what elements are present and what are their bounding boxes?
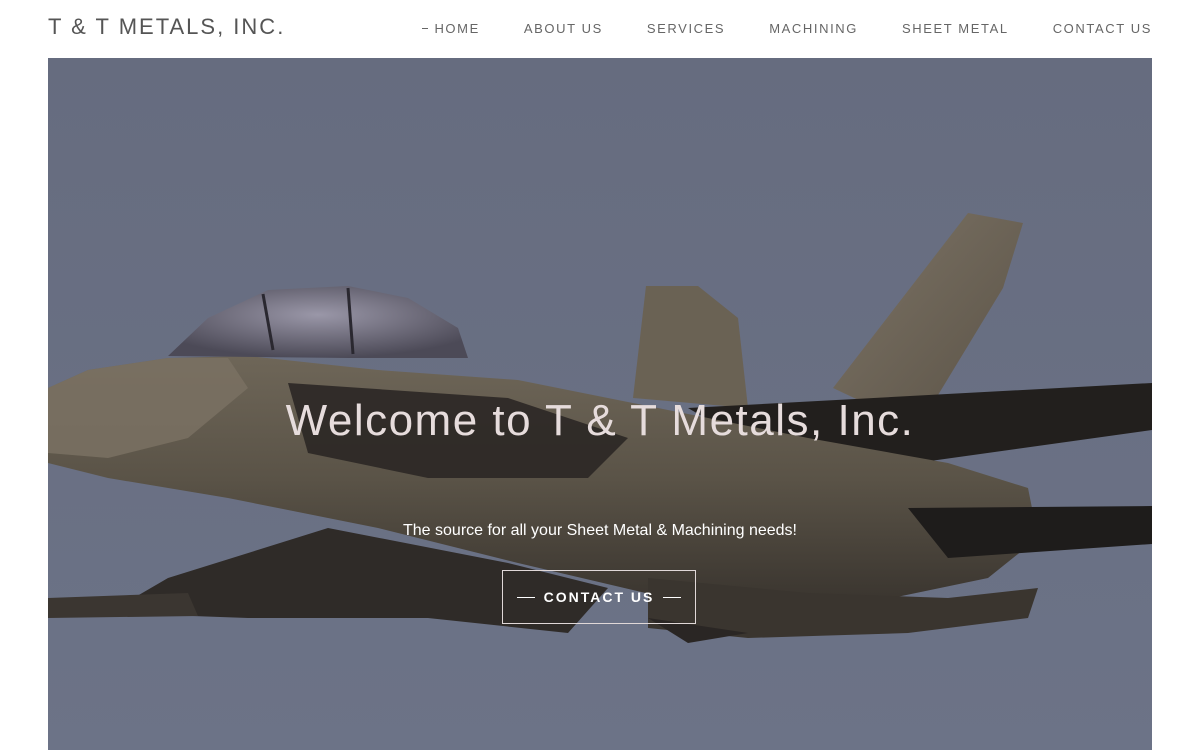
hero-content: Welcome to T & T Metals, Inc. The source… <box>48 58 1152 750</box>
nav-item-machining[interactable]: MACHINING <box>769 21 858 36</box>
main-nav: HOME ABOUT US SERVICES MACHINING SHEET M… <box>422 21 1152 36</box>
nav-item-label: ABOUT US <box>523 21 603 36</box>
hero-banner: Welcome to T & T Metals, Inc. The source… <box>48 58 1152 750</box>
nav-item-label: HOME <box>434 21 480 36</box>
hero-title: Welcome to T & T Metals, Inc. <box>285 396 915 445</box>
cta-label: CONTACT US <box>543 589 655 605</box>
nav-item-home[interactable]: HOME <box>422 21 479 36</box>
nav-item-sheet-metal[interactable]: SHEET METAL <box>902 21 1009 36</box>
nav-item-services[interactable]: SERVICES <box>647 21 725 36</box>
nav-item-label: MACHINING <box>769 21 858 36</box>
nav-item-contact-us[interactable]: CONTACT US <box>1053 21 1152 36</box>
nav-item-label: CONTACT US <box>1052 21 1152 36</box>
cta-left-line <box>516 596 535 598</box>
contact-us-button[interactable]: CONTACT US <box>502 570 696 624</box>
nav-item-about-us[interactable]: ABOUT US <box>524 21 603 36</box>
site-header: T & T METALS, INC. HOME ABOUT US SERVICE… <box>0 0 1200 58</box>
nav-item-label: SERVICES <box>646 21 726 36</box>
active-indicator <box>422 28 429 29</box>
site-logo[interactable]: T & T METALS, INC. <box>48 14 285 40</box>
nav-item-label: SHEET METAL <box>901 21 1009 36</box>
cta-right-line <box>663 596 682 598</box>
hero-subtitle: The source for all your Sheet Metal & Ma… <box>403 522 797 539</box>
